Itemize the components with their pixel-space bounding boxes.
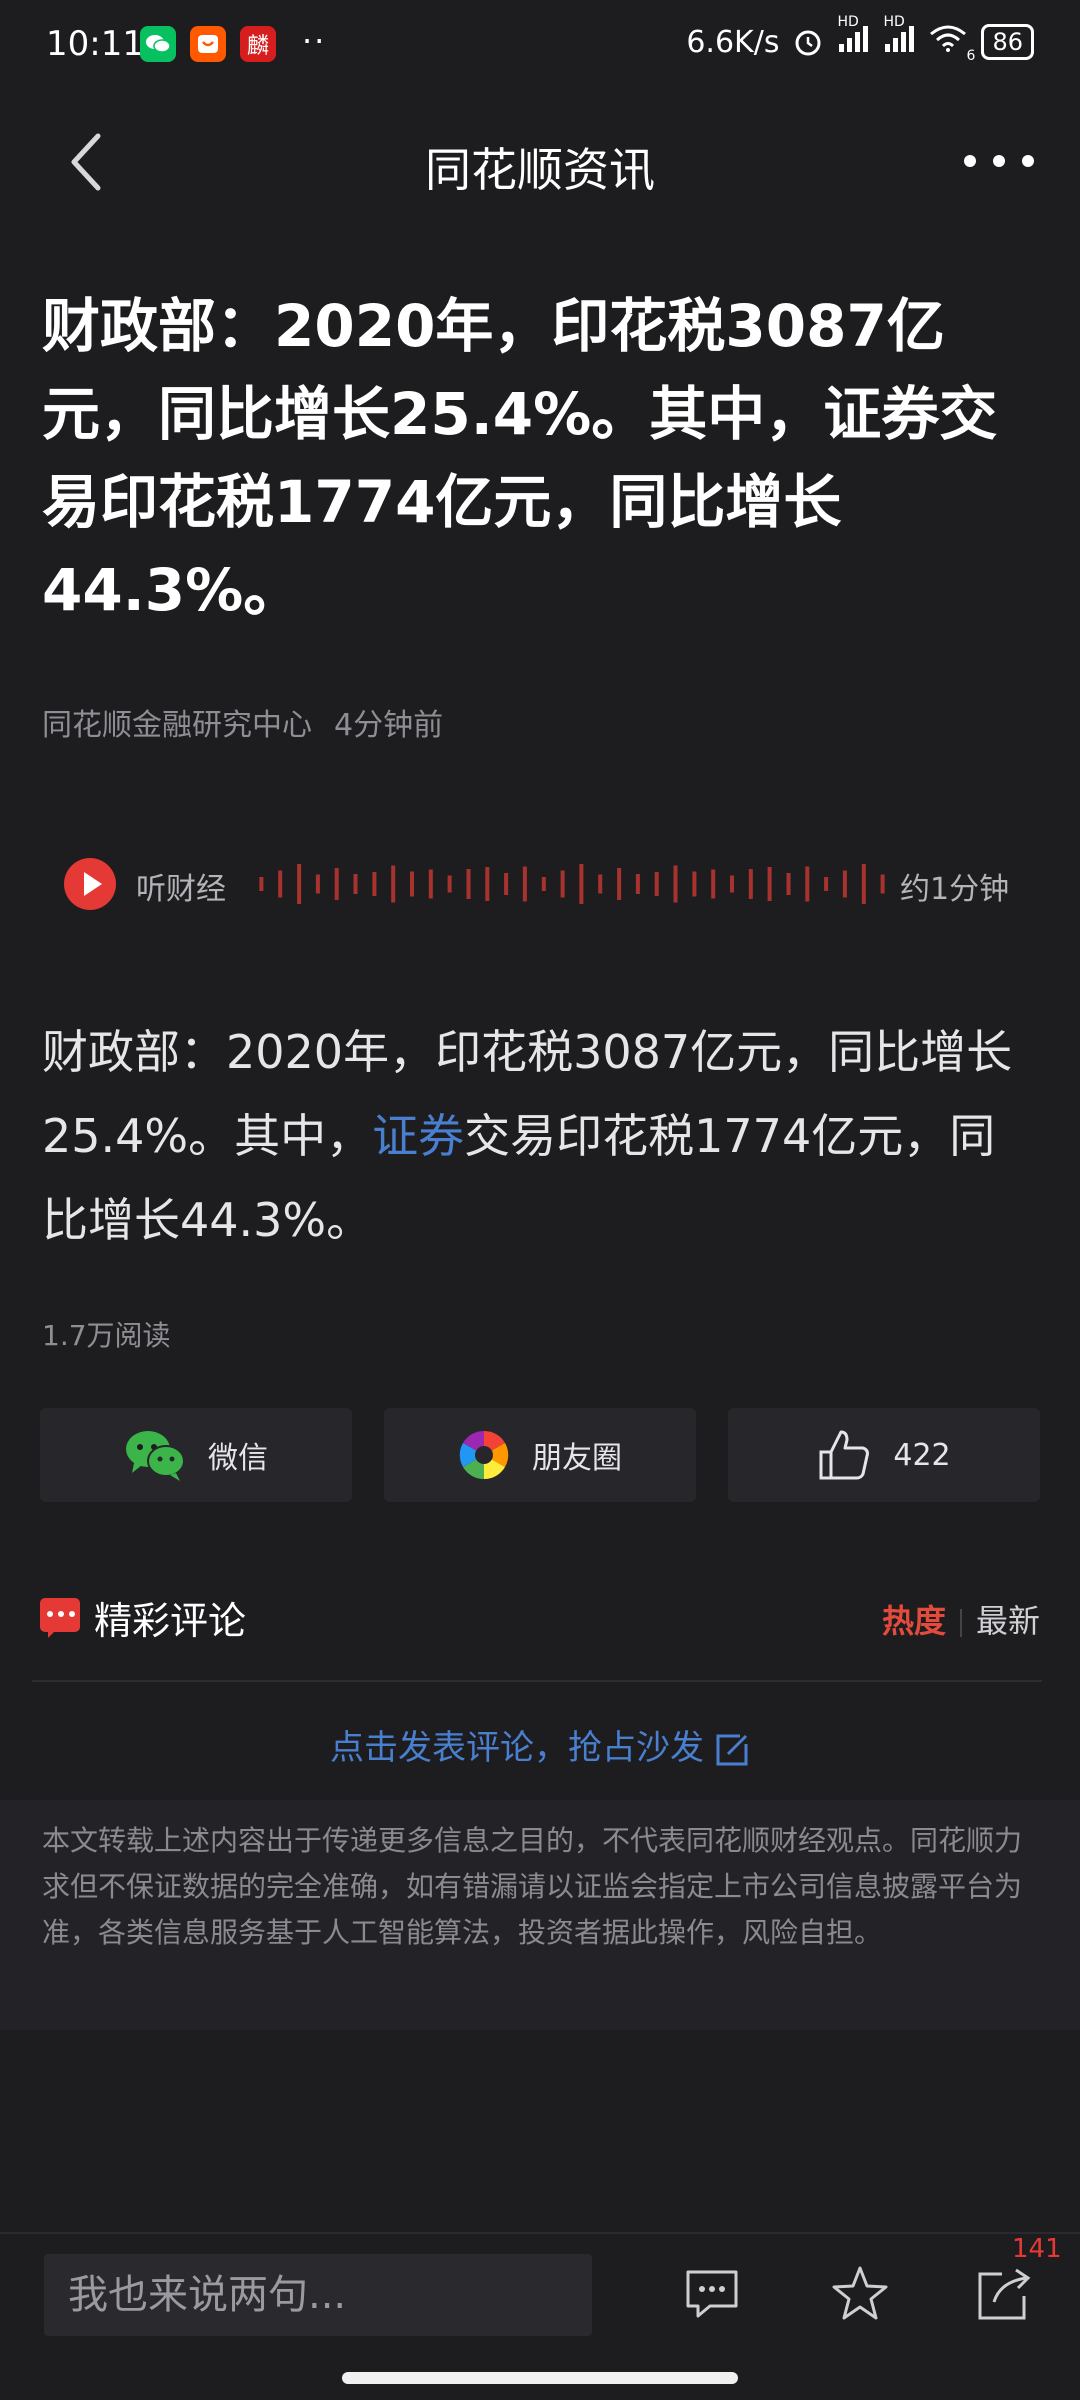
waveform-bar bbox=[654, 872, 659, 896]
status-bar: 10:11 麟 ·· 6.6K/s HD HD 6 86 bbox=[0, 0, 1080, 90]
waveform-bar bbox=[673, 865, 678, 903]
waveform-bar bbox=[786, 873, 791, 895]
waveform-bar bbox=[805, 866, 810, 902]
waveform-bar bbox=[485, 867, 490, 901]
wechat-app-icon bbox=[140, 26, 176, 62]
edit-icon bbox=[716, 1734, 748, 1765]
securities-link[interactable]: 证券 bbox=[372, 1109, 464, 1163]
waveform-bar bbox=[711, 869, 716, 899]
wifi-icon: 6 bbox=[929, 24, 975, 64]
waveform-bar bbox=[541, 877, 546, 891]
waveform-bar bbox=[767, 867, 772, 901]
signal-icon: HD bbox=[837, 14, 869, 58]
waveform-bar bbox=[315, 874, 320, 894]
article-body: 财政部：2020年，印花税3087亿元，同比增长25.4%。其中，证券交易印花税… bbox=[42, 1010, 1032, 1262]
waveform-bar bbox=[334, 868, 339, 900]
home-indicator[interactable] bbox=[342, 2372, 738, 2384]
audio-label: 听财经 bbox=[136, 872, 226, 907]
disclaimer-text: 本文转载上述内容出于传递更多信息之目的，不代表同花顺财经观点。同花顺力求但不保证… bbox=[42, 1824, 1023, 1949]
article-title: 财政部：2020年，印花税3087亿元，同比增长25.4%。其中，证券交易印花税… bbox=[42, 292, 998, 624]
status-dots: ·· bbox=[302, 22, 327, 60]
sort-new-tab[interactable]: 最新 bbox=[976, 1602, 1040, 1640]
red-app-icon: 麟 bbox=[240, 26, 276, 62]
waveform-bar bbox=[842, 870, 847, 898]
page-title: 同花顺资讯 bbox=[425, 143, 655, 197]
waveform-bar bbox=[259, 877, 264, 891]
share-count-badge: 141 bbox=[1012, 2234, 1062, 2264]
waveform-bar bbox=[598, 874, 603, 894]
net-speed: 6.6K/s bbox=[686, 24, 780, 60]
more-menu-icon[interactable] bbox=[964, 146, 1034, 176]
waveform-bar bbox=[617, 868, 622, 900]
waveform-bar bbox=[635, 874, 640, 894]
waveform-bar bbox=[410, 871, 414, 897]
waveform-bar bbox=[560, 870, 565, 898]
share-wechat-label: 微信 bbox=[208, 1441, 268, 1476]
comments-icon[interactable] bbox=[680, 2262, 744, 2326]
waveform-bar bbox=[880, 874, 885, 894]
nav-header: 同花顺资讯 bbox=[0, 90, 1080, 240]
share-wechat-button[interactable]: 微信 bbox=[40, 1408, 352, 1502]
audio-waveform-icon[interactable] bbox=[252, 860, 892, 908]
article-meta: 同花顺金融研究中心 4分钟前 bbox=[42, 700, 443, 744]
moments-icon bbox=[459, 1430, 509, 1480]
bottom-bar: 我也来说两句... 141 bbox=[0, 2232, 1080, 2384]
divider bbox=[32, 1680, 1042, 1682]
signal-icon-2: HD bbox=[883, 14, 915, 58]
waveform-bar bbox=[391, 865, 396, 903]
comment-bubble-icon bbox=[40, 1598, 80, 1638]
comment-input[interactable]: 我也来说两句... bbox=[44, 2254, 592, 2336]
comment-sort: 热度 最新 bbox=[882, 1596, 1040, 1642]
shop-app-icon bbox=[190, 26, 226, 62]
thumbs-up-icon bbox=[819, 1430, 870, 1480]
disclaimer-box: 本文转载上述内容出于传递更多信息之目的，不代表同花顺财经观点。同花顺力求但不保证… bbox=[0, 1800, 1080, 2030]
read-count: 1.7万阅读 bbox=[42, 1319, 171, 1352]
waveform-bar bbox=[748, 869, 753, 899]
share-moments-button[interactable]: 朋友圈 bbox=[384, 1408, 696, 1502]
battery-indicator: 86 bbox=[981, 24, 1034, 60]
waveform-bar bbox=[824, 877, 829, 891]
post-comment-label: 点击发表评论，抢占沙发 bbox=[330, 1728, 704, 1768]
waveform-bar bbox=[372, 872, 377, 896]
like-count: 422 bbox=[893, 1437, 951, 1473]
status-app-icons: 麟 bbox=[140, 26, 276, 62]
waveform-bar bbox=[504, 873, 509, 895]
waveform-bar bbox=[447, 875, 452, 893]
audio-duration: 约1分钟 bbox=[900, 872, 1010, 907]
like-button[interactable]: 422 bbox=[728, 1408, 1040, 1502]
waveform-bar bbox=[466, 869, 471, 899]
sort-hot-tab[interactable]: 热度 bbox=[882, 1602, 946, 1640]
waveform-bar bbox=[522, 866, 527, 902]
share-row: 微信 朋友圈 422 bbox=[40, 1408, 1040, 1502]
star-icon[interactable] bbox=[828, 2262, 892, 2326]
waveform-bar bbox=[692, 871, 697, 897]
waveform-bar bbox=[278, 870, 283, 898]
audio-player[interactable]: 听财经 约1分钟 bbox=[64, 858, 1014, 918]
waveform-bar bbox=[428, 869, 433, 899]
share-moments-label: 朋友圈 bbox=[532, 1441, 622, 1476]
waveform-bar bbox=[579, 864, 584, 904]
post-comment-link[interactable]: 点击发表评论，抢占沙发 bbox=[0, 1720, 1080, 1769]
waveform-bar bbox=[297, 864, 302, 904]
status-right: 6.6K/s HD HD 6 86 bbox=[686, 14, 1034, 64]
play-icon[interactable] bbox=[64, 858, 116, 910]
waveform-bar bbox=[730, 875, 734, 893]
alarm-icon bbox=[795, 30, 821, 56]
share-icon[interactable] bbox=[972, 2262, 1036, 2326]
waveform-bar bbox=[353, 874, 358, 894]
article-time: 4分钟前 bbox=[334, 708, 444, 743]
comments-header: 精彩评论 热度 最新 bbox=[40, 1588, 1040, 1648]
comments-title: 精彩评论 bbox=[94, 1599, 247, 1643]
article-source[interactable]: 同花顺金融研究中心 bbox=[42, 708, 312, 743]
status-time: 10:11 bbox=[46, 24, 144, 64]
waveform-bar bbox=[861, 864, 866, 904]
wechat-icon bbox=[126, 1431, 185, 1481]
